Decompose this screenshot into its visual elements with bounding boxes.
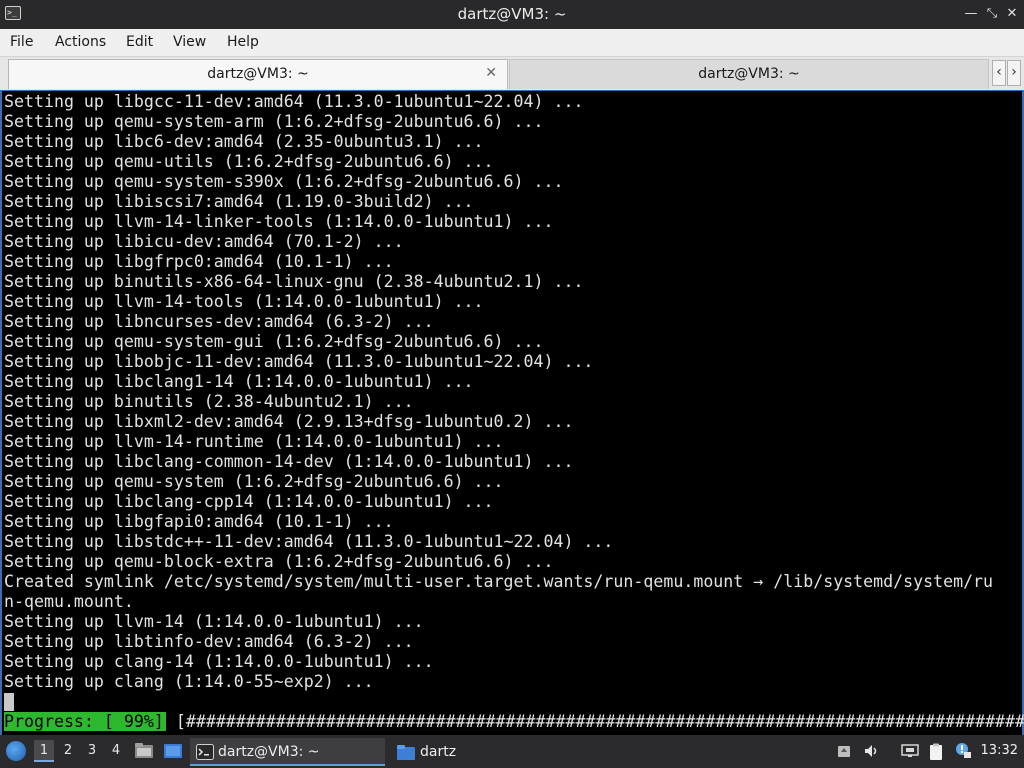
terminal-line: Setting up libstdc++-11-dev:amd64 (11.3.… — [4, 532, 614, 551]
tab-scroll-right-icon[interactable]: › — [1007, 60, 1021, 86]
clipboard-icon[interactable] — [928, 743, 946, 760]
menu-help[interactable]: Help — [227, 34, 259, 50]
terminal-line: Setting up binutils (2.38-4ubuntu2.1) ..… — [4, 392, 414, 411]
file-manager-launcher-icon[interactable] — [134, 742, 153, 758]
workspace-1[interactable]: 1 — [34, 740, 54, 762]
terminal-line: Setting up libncurses-dev:amd64 (6.3-2) … — [4, 312, 434, 331]
task-file-manager[interactable]: dartz — [390, 738, 550, 766]
menu-bar: File Actions Edit View Help — [0, 29, 1024, 57]
menu-view[interactable]: View — [173, 34, 206, 50]
terminal-line: Setting up binutils-x86-64-linux-gnu (2.… — [4, 272, 584, 291]
tab-bar: dartz@VM3: ~ ✕ dartz@VM3: ~ ‹ › — [0, 57, 1024, 90]
taskbar: 1 2 3 4 dartz@VM3: ~ dartz 13:32 — [0, 735, 1024, 768]
terminal-line: Setting up clang-14 (1:14.0.0-1ubuntu1) … — [4, 652, 434, 671]
progress-label: Progress: [ 99%] — [4, 712, 166, 731]
terminal-line: Setting up libgfapi0:amd64 (10.1-1) ... — [4, 512, 394, 531]
terminal-line: Setting up libxml2-dev:amd64 (2.9.13+dfs… — [4, 412, 574, 431]
tab-scroll-left-icon[interactable]: ‹ — [992, 60, 1006, 86]
minimize-icon[interactable]: — — [963, 6, 979, 22]
terminal-line: n-qemu.mount. — [4, 592, 134, 611]
terminal-line: Setting up libobjc-11-dev:amd64 (11.3.0-… — [4, 352, 594, 371]
close-icon[interactable]: ✕ — [1004, 6, 1020, 22]
terminal-cursor — [4, 693, 14, 711]
terminal-line: Setting up llvm-14-tools (1:14.0.0-1ubun… — [4, 292, 484, 311]
terminal-line: Setting up llvm-14-linker-tools (1:14.0.… — [4, 212, 554, 231]
workspace-3[interactable]: 3 — [82, 740, 102, 762]
terminal-line: Setting up libtinfo-dev:amd64 (6.3-2) ..… — [4, 632, 414, 651]
task-terminal-label: dartz@VM3: ~ — [218, 744, 320, 760]
folder-icon — [397, 745, 415, 760]
terminal-line: Setting up qemu-system (1:6.2+dfsg-2ubun… — [4, 472, 504, 491]
terminal-line: Setting up clang (1:14.0-55~exp2) ... — [4, 672, 374, 691]
tab-close-icon[interactable]: ✕ — [485, 65, 497, 81]
tab-terminal-1[interactable]: dartz@VM3: ~ ✕ — [8, 59, 508, 89]
workspace-4[interactable]: 4 — [106, 740, 126, 762]
terminal-line: Created symlink /etc/systemd/system/mult… — [4, 572, 994, 591]
start-menu-icon[interactable] — [6, 741, 26, 761]
progress-bar-text: [#######################################… — [175, 712, 1024, 731]
terminal-line: Setting up qemu-system-s390x (1:6.2+dfsg… — [4, 172, 564, 191]
terminal-icon — [196, 744, 214, 760]
terminal-line: Setting up qemu-system-gui (1:6.2+dfsg-2… — [4, 332, 544, 351]
terminal-line: Setting up libgfrpc0:amd64 (10.1-1) ... — [4, 252, 394, 271]
window-titlebar[interactable]: >_ dartz@VM3: ~ — ⤡ ✕ — [0, 0, 1024, 29]
terminal-line: Setting up libicu-dev:amd64 (70.1-2) ... — [4, 232, 404, 251]
volume-icon[interactable] — [863, 743, 881, 759]
desktop-launcher-icon[interactable] — [163, 742, 182, 758]
tab-label: dartz@VM3: ~ — [207, 66, 309, 82]
terminal-line: Setting up libclang-common-14-dev (1:14.… — [4, 452, 574, 471]
menu-file[interactable]: File — [10, 34, 33, 50]
terminal-output[interactable]: Setting up libgcc-11-dev:amd64 (11.3.0-1… — [0, 90, 1024, 735]
tab-label: dartz@VM3: ~ — [698, 66, 800, 82]
task-terminal[interactable]: dartz@VM3: ~ — [190, 738, 385, 766]
window-title: dartz@VM3: ~ — [457, 5, 567, 23]
terminal-line: Setting up libiscsi7:amd64 (1.19.0-3buil… — [4, 192, 474, 211]
terminal-line: Setting up llvm-14 (1:14.0.0-1ubuntu1) .… — [4, 612, 424, 631]
terminal-line: Setting up libc6-dev:amd64 (2.35-0ubuntu… — [4, 132, 484, 151]
terminal-line: Setting up qemu-block-extra (1:6.2+dfsg-… — [4, 552, 554, 571]
usb-drive-icon[interactable] — [836, 743, 854, 759]
terminal-line: Setting up libgcc-11-dev:amd64 (11.3.0-1… — [4, 92, 584, 111]
terminal-line: Setting up qemu-system-arm (1:6.2+dfsg-2… — [4, 112, 544, 131]
menu-edit[interactable]: Edit — [126, 34, 153, 50]
workspace-2[interactable]: 2 — [58, 740, 78, 762]
task-file-manager-label: dartz — [420, 744, 457, 760]
terminal-line: Setting up qemu-utils (1:6.2+dfsg-2ubunt… — [4, 152, 494, 171]
maximize-icon[interactable]: ⤡ — [984, 6, 1000, 22]
update-notifier-icon[interactable] — [954, 741, 972, 758]
clock[interactable]: 13:32 — [981, 743, 1018, 758]
progress-row: Progress: [ 99%] [######################… — [4, 712, 1024, 732]
menu-actions[interactable]: Actions — [55, 34, 106, 50]
terminal-line: Setting up libclang1-14 (1:14.0.0-1ubunt… — [4, 372, 474, 391]
tab-terminal-2[interactable]: dartz@VM3: ~ — [509, 59, 989, 89]
network-icon[interactable] — [901, 743, 919, 759]
terminal-line: Setting up llvm-14-runtime (1:14.0.0-1ub… — [4, 432, 504, 451]
terminal-line: Setting up libclang-cpp14 (1:14.0.0-1ubu… — [4, 492, 494, 511]
